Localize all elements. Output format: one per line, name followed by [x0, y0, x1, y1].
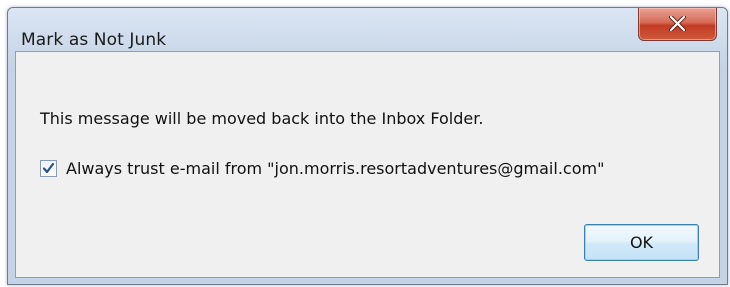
always-trust-label: Always trust e-mail from "jon.morris.res… — [66, 158, 605, 178]
info-message: This message will be moved back into the… — [40, 109, 484, 128]
close-icon — [669, 16, 686, 31]
always-trust-checkbox[interactable] — [40, 159, 57, 177]
close-button[interactable] — [638, 8, 717, 41]
ok-button[interactable]: OK — [584, 224, 699, 261]
checkmark-icon — [42, 162, 55, 173]
mark-as-not-junk-dialog: Mark as Not Junk This message will be mo… — [7, 7, 728, 285]
always-trust-option[interactable]: Always trust e-mail from "jon.morris.res… — [40, 157, 604, 179]
dialog-title: Mark as Not Junk — [21, 30, 167, 50]
dialog-body: This message will be moved back into the… — [15, 51, 720, 278]
